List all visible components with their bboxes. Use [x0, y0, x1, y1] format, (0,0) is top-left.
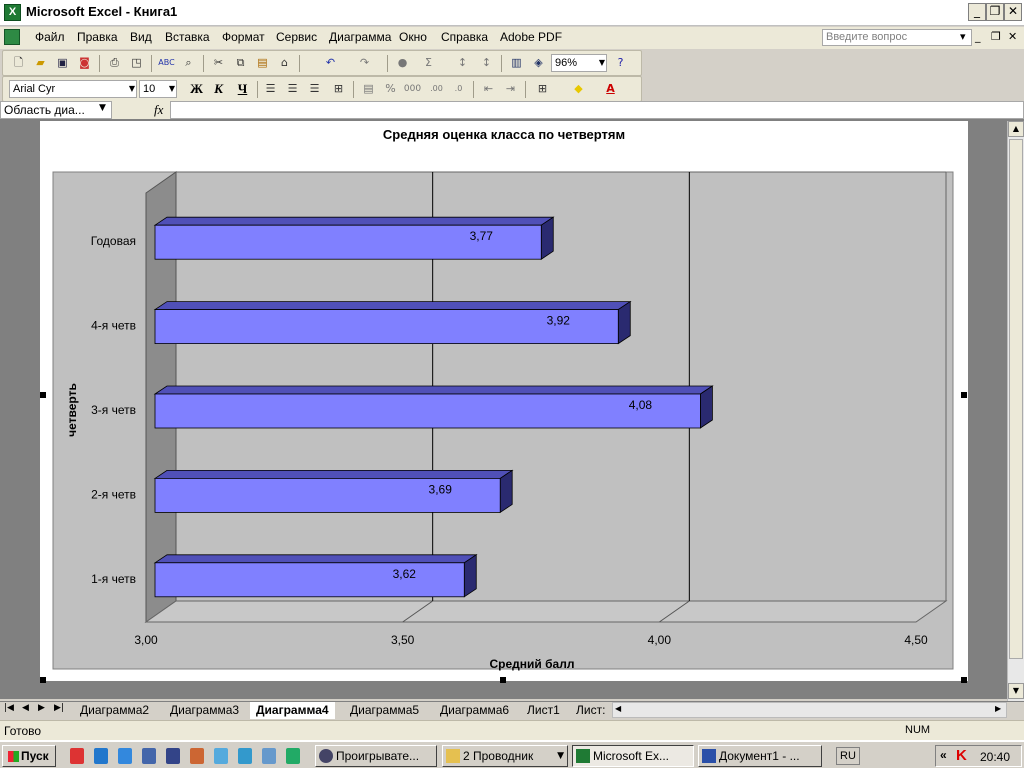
scroll-up-icon[interactable]: ▲ — [1008, 121, 1024, 137]
data-label: 3,69 — [429, 482, 453, 496]
selection-handle[interactable] — [500, 677, 506, 683]
task-label: Проигрывате... — [336, 749, 420, 763]
bar-top-face — [153, 554, 478, 564]
task-label: Документ1 - ... — [719, 749, 800, 763]
outlook-express-icon[interactable] — [118, 748, 132, 764]
messenger-icon[interactable] — [238, 748, 252, 764]
scroll-thumb[interactable] — [1009, 139, 1023, 659]
bar-top-face — [153, 469, 514, 479]
tab-diagramma2[interactable]: Диаграмма2 — [74, 702, 155, 719]
data-label: 3,62 — [393, 567, 417, 581]
excel-launch-icon[interactable] — [286, 748, 300, 764]
next-sheet-icon[interactable]: ▶ — [38, 703, 45, 713]
task-explorer[interactable]: 2 Проводник ▼ — [442, 745, 568, 767]
last-sheet-icon[interactable]: ▶| — [54, 703, 64, 713]
tab-diagramma4[interactable]: Диаграмма4 — [250, 702, 335, 719]
bar: 3,92 — [153, 300, 632, 345]
tab-diagramma5[interactable]: Диаграмма5 — [344, 702, 425, 719]
y-tick-label: 3-я четв — [91, 403, 136, 417]
tab-list1[interactable]: Лист1 — [521, 702, 566, 719]
y-tick-label: 4-я четв — [91, 319, 136, 333]
bar: 3,69 — [153, 469, 514, 514]
y-tick-label: Годовая — [91, 234, 136, 248]
selection-handle[interactable] — [40, 677, 46, 683]
tray-expand-icon[interactable]: « — [940, 748, 947, 762]
folder-icon — [446, 749, 460, 763]
bar-top-face — [153, 216, 555, 226]
selection-handle[interactable] — [961, 677, 967, 683]
document-icon[interactable] — [262, 748, 276, 764]
selection-handle[interactable] — [961, 392, 967, 398]
word-icon — [702, 749, 716, 763]
status-text: Готово — [4, 724, 42, 738]
kaspersky-icon[interactable]: K — [956, 747, 967, 764]
bar: 3,77 — [153, 216, 555, 260]
task-excel[interactable]: Microsoft Ex... — [572, 745, 694, 767]
x-tick-label: 3,50 — [391, 633, 415, 647]
bar-chart: 3,62 3,69 4,08 3,92 3,77 3,00 3,50 4,00 4,50 1-… — [52, 171, 954, 671]
y-tick-label: 1-я четв — [91, 572, 136, 586]
save-launch-icon[interactable] — [166, 748, 180, 764]
media-icon[interactable] — [190, 748, 204, 764]
windows-logo-icon — [8, 751, 19, 762]
selection-handle[interactable] — [40, 392, 46, 398]
tab-diagramma3[interactable]: Диаграмма3 — [164, 702, 245, 719]
bar-front-face — [154, 393, 701, 429]
chart-floor — [144, 600, 948, 623]
bar: 4,08 — [153, 385, 714, 429]
num-lock-indicator: NUM — [905, 724, 931, 736]
start-label: Пуск — [21, 749, 49, 763]
clock: 20:40 — [980, 750, 1011, 764]
x-axis-title: Средний балл — [490, 657, 575, 671]
y-axis-title: четверть — [65, 383, 79, 437]
tab-list[interactable]: Лист: — [570, 702, 611, 719]
task-media-player[interactable]: Проигрывате... — [315, 745, 437, 767]
excel-icon — [576, 749, 590, 763]
data-label: 3,92 — [547, 314, 571, 328]
x-tick-label: 4,50 — [904, 633, 928, 647]
task-word[interactable]: Документ1 - ... — [698, 745, 822, 767]
bar-top-face — [153, 301, 632, 311]
first-sheet-icon[interactable]: |◀ — [4, 703, 14, 713]
search-icon[interactable] — [214, 748, 228, 764]
scroll-down-icon[interactable]: ▼ — [1008, 683, 1024, 699]
scroll-right-icon[interactable]: ▶ — [995, 704, 1001, 713]
start-button[interactable]: Пуск — [2, 745, 56, 767]
quick-launch-icon[interactable] — [142, 748, 156, 764]
data-label: 3,77 — [470, 229, 494, 243]
x-tick-label: 4,00 — [648, 633, 672, 647]
language-indicator[interactable]: RU — [836, 747, 860, 765]
status-bar: Готово NUM — [0, 720, 1024, 740]
opera-icon[interactable] — [70, 748, 84, 764]
data-label: 4,08 — [629, 398, 653, 412]
bar-front-face — [154, 562, 465, 598]
horizontal-scrollbar[interactable]: ◀ ▶ — [612, 702, 1007, 718]
vertical-scrollbar[interactable]: ▲ ▼ — [1007, 121, 1024, 701]
task-label: Microsoft Ex... — [593, 749, 670, 763]
taskbar: Пуск Проигрывате... 2 Проводник ▼ Micros… — [0, 740, 1024, 768]
x-tick-label: 3,00 — [134, 633, 158, 647]
task-label: 2 Проводник — [463, 749, 534, 763]
prev-sheet-icon[interactable]: ◀ — [22, 703, 29, 713]
chevron-down-icon: ▼ — [557, 751, 564, 761]
tab-diagramma6[interactable]: Диаграмма6 — [434, 702, 515, 719]
bar-top-face — [153, 385, 714, 395]
media-player-icon — [319, 749, 333, 763]
internet-explorer-icon[interactable] — [94, 748, 108, 764]
bar: 3,62 — [153, 554, 478, 598]
scroll-left-icon[interactable]: ◀ — [615, 704, 621, 713]
y-tick-label: 2-я четв — [91, 487, 136, 501]
